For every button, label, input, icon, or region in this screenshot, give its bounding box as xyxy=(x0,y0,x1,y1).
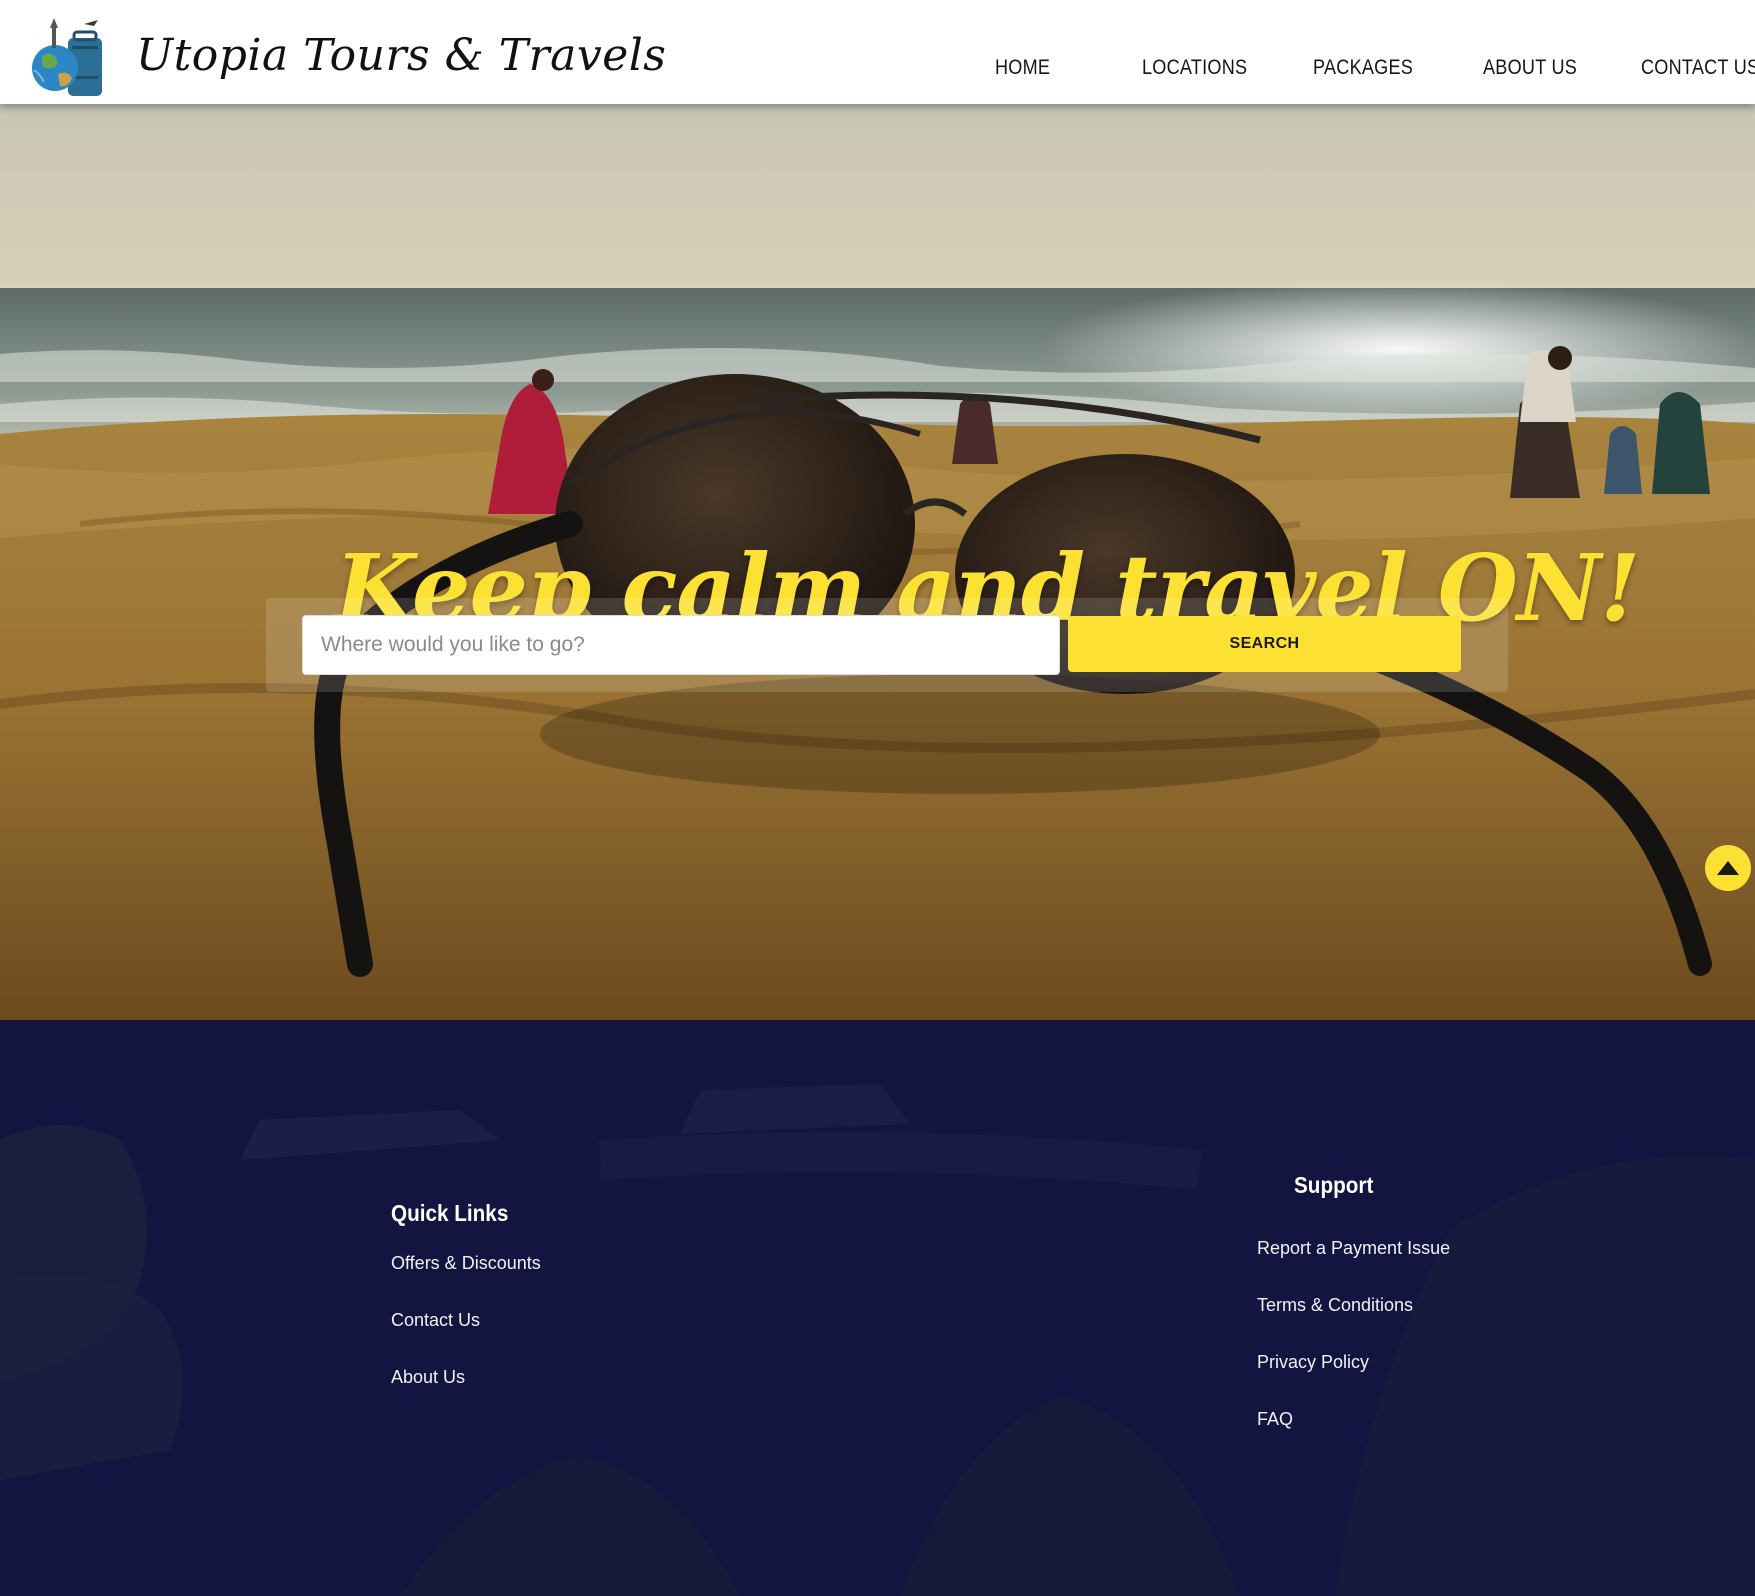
quick-links-heading: Quick Links xyxy=(391,1200,509,1226)
destination-search-input[interactable] xyxy=(302,615,1060,675)
footer-link-faq[interactable]: FAQ xyxy=(1257,1409,1450,1430)
nav-locations[interactable]: LOCATIONS xyxy=(1142,56,1247,80)
nav-about-us[interactable]: ABOUT US xyxy=(1483,56,1577,80)
footer-background-photo xyxy=(0,1020,1755,1596)
footer-link-about-us[interactable]: About Us xyxy=(391,1367,541,1388)
support-heading-wrap: Support xyxy=(1294,1172,1382,1199)
footer-link-privacy[interactable]: Privacy Policy xyxy=(1257,1352,1450,1373)
site-footer: Quick Links Offers & Discounts Contact U… xyxy=(0,1020,1755,1596)
arrow-up-icon xyxy=(1717,861,1739,875)
nav-contact-us[interactable]: CONTACT US xyxy=(1641,56,1755,80)
main-nav: HOME LOCATIONS PACKAGES ABOUT US CONTACT… xyxy=(0,56,1755,86)
nav-packages[interactable]: PACKAGES xyxy=(1313,56,1413,80)
search-button[interactable]: SEARCH xyxy=(1068,616,1461,672)
quick-links-column: Quick Links Offers & Discounts Contact U… xyxy=(391,1200,541,1388)
site-header: Utopia Tours & Travels HOME LOCATIONS PA… xyxy=(0,0,1755,104)
search-panel: SEARCH xyxy=(266,598,1508,692)
support-heading: Support xyxy=(1294,1172,1374,1198)
footer-link-report-payment-issue[interactable]: Report a Payment Issue xyxy=(1257,1238,1450,1259)
footer-link-contact-us[interactable]: Contact Us xyxy=(391,1310,541,1331)
scroll-to-top-button[interactable] xyxy=(1705,845,1751,891)
footer-link-terms[interactable]: Terms & Conditions xyxy=(1257,1295,1450,1316)
nav-home[interactable]: HOME xyxy=(995,56,1050,80)
footer-link-offers[interactable]: Offers & Discounts xyxy=(391,1253,541,1274)
hero-section: Keep calm and travel ON! SEARCH xyxy=(0,104,1755,1020)
support-column: Report a Payment Issue Terms & Condition… xyxy=(1257,1238,1450,1430)
